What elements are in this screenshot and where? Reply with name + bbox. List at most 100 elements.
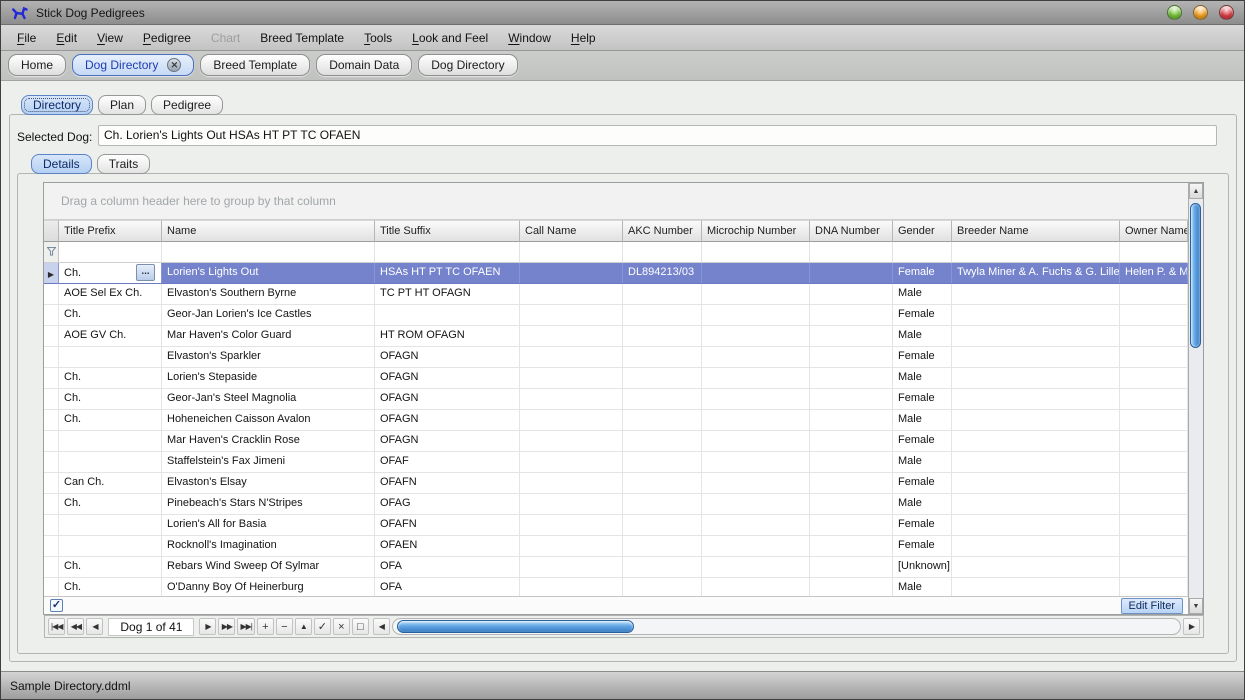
cell-owner-name[interactable] (1120, 578, 1188, 596)
cell-microchip-number[interactable] (702, 557, 810, 578)
cell-dna-number[interactable] (810, 578, 893, 596)
cell-owner-name[interactable] (1120, 473, 1188, 494)
cell-title-prefix[interactable]: Can Ch. (59, 473, 162, 494)
cell-call-name[interactable] (520, 410, 623, 431)
cell-akc-number[interactable] (623, 305, 702, 326)
menu-look-and-feel[interactable]: Look and Feel (402, 28, 498, 48)
menu-view[interactable]: View (87, 28, 133, 48)
table-row[interactable]: Elvaston's SparklerOFAGNFemale (44, 347, 1188, 368)
filter-cell-dna-number[interactable] (810, 242, 893, 263)
nav-append-icon[interactable]: + (257, 618, 274, 635)
menu-help[interactable]: Help (561, 28, 606, 48)
cell-microchip-number[interactable] (702, 536, 810, 557)
cell-title-suffix[interactable]: HSAs HT PT TC OFAEN (375, 263, 520, 284)
cell-akc-number[interactable] (623, 557, 702, 578)
cell-akc-number[interactable] (623, 368, 702, 389)
cell-title-suffix[interactable]: TC PT HT OFAGN (375, 284, 520, 305)
nav-last-icon[interactable]: ▶▶| (237, 618, 254, 635)
cell-breeder-name[interactable]: Twyla Miner & A. Fuchs & G. Lilley (952, 263, 1120, 284)
cell-title-prefix[interactable]: Ch. (59, 578, 162, 596)
filter-cell-gender[interactable] (893, 242, 952, 263)
menu-file[interactable]: File (7, 28, 46, 48)
column-header-gender[interactable]: Gender (893, 220, 952, 242)
menu-pedigree[interactable]: Pedigree (133, 28, 201, 48)
cell-title-suffix[interactable]: OFA (375, 557, 520, 578)
filter-cell-title-suffix[interactable] (375, 242, 520, 263)
column-header-dna-number[interactable]: DNA Number (810, 220, 893, 242)
tab-dog-directory[interactable]: Dog Directory (418, 54, 517, 76)
cell-title-prefix[interactable] (59, 536, 162, 557)
filter-cell-owner-name[interactable] (1120, 242, 1188, 263)
filter-cell-microchip-number[interactable] (702, 242, 810, 263)
cell-call-name[interactable] (520, 515, 623, 536)
window-maximize-button[interactable] (1193, 5, 1208, 20)
cell-call-name[interactable] (520, 347, 623, 368)
cell-title-suffix[interactable]: OFAFN (375, 515, 520, 536)
cell-owner-name[interactable] (1120, 452, 1188, 473)
cell-call-name[interactable] (520, 431, 623, 452)
cell-dna-number[interactable] (810, 347, 893, 368)
cell-dna-number[interactable] (810, 410, 893, 431)
column-header-breeder-name[interactable]: Breeder Name (952, 220, 1120, 242)
nav-delete-icon[interactable]: − (276, 618, 293, 635)
cell-gender[interactable]: Female (893, 389, 952, 410)
cell-breeder-name[interactable] (952, 515, 1120, 536)
table-row[interactable]: Lorien's All for BasiaOFAFNFemale (44, 515, 1188, 536)
cell-owner-name[interactable] (1120, 347, 1188, 368)
cell-breeder-name[interactable] (952, 494, 1120, 515)
cell-name[interactable]: Rocknoll's Imagination (162, 536, 375, 557)
table-row[interactable]: Ch.Rebars Wind Sweep Of SylmarOFA[Unknow… (44, 557, 1188, 578)
cell-title-prefix[interactable] (59, 347, 162, 368)
cell-microchip-number[interactable] (702, 263, 810, 284)
scroll-right-icon[interactable]: ▶ (1183, 618, 1200, 635)
cell-akc-number[interactable] (623, 410, 702, 431)
cell-gender[interactable]: Female (893, 263, 952, 284)
cell-name[interactable]: Pinebeach's Stars N'Stripes (162, 494, 375, 515)
cell-owner-name[interactable] (1120, 305, 1188, 326)
selected-dog-field[interactable]: Ch. Lorien's Lights Out HSAs HT PT TC OF… (98, 125, 1217, 146)
cell-akc-number[interactable] (623, 578, 702, 596)
cell-akc-number[interactable] (623, 347, 702, 368)
cell-microchip-number[interactable] (702, 515, 810, 536)
cell-owner-name[interactable] (1120, 557, 1188, 578)
cell-gender[interactable]: Male (893, 326, 952, 347)
cell-call-name[interactable] (520, 494, 623, 515)
cell-akc-number[interactable] (623, 284, 702, 305)
cell-call-name[interactable] (520, 578, 623, 596)
tab-pedigree[interactable]: Pedigree (151, 95, 223, 115)
cell-owner-name[interactable] (1120, 410, 1188, 431)
edit-filter-button[interactable]: Edit Filter (1121, 598, 1183, 614)
column-header-title-prefix[interactable]: Title Prefix (59, 220, 162, 242)
column-header-akc-number[interactable]: AKC Number (623, 220, 702, 242)
cell-owner-name[interactable] (1120, 326, 1188, 347)
cell-title-suffix[interactable]: OFAGN (375, 368, 520, 389)
cell-microchip-number[interactable] (702, 431, 810, 452)
cell-gender[interactable]: Female (893, 347, 952, 368)
cell-title-suffix[interactable]: OFAGN (375, 347, 520, 368)
cell-call-name[interactable] (520, 263, 623, 284)
nav-edit-icon[interactable]: ▲ (295, 618, 312, 635)
cell-breeder-name[interactable] (952, 578, 1120, 596)
cell-breeder-name[interactable] (952, 473, 1120, 494)
cell-gender[interactable]: Female (893, 515, 952, 536)
cell-gender[interactable]: Female (893, 536, 952, 557)
cell-akc-number[interactable] (623, 494, 702, 515)
window-close-button[interactable] (1219, 5, 1234, 20)
horizontal-scroll-track[interactable] (392, 618, 1181, 635)
cell-microchip-number[interactable] (702, 578, 810, 596)
scroll-down-icon[interactable]: ▼ (1189, 598, 1203, 614)
cell-owner-name[interactable]: Helen P. & Mi (1120, 263, 1188, 284)
cell-gender[interactable]: Male (893, 452, 952, 473)
table-row[interactable]: Staffelstein's Fax JimeniOFAFMale (44, 452, 1188, 473)
table-row[interactable]: Ch.Geor-Jan Lorien's Ice CastlesFemale (44, 305, 1188, 326)
cell-akc-number[interactable] (623, 389, 702, 410)
table-row[interactable]: AOE Sel Ex Ch.Elvaston's Southern ByrneT… (44, 284, 1188, 305)
tab-details[interactable]: Details (31, 154, 92, 174)
cell-name[interactable]: Staffelstein's Fax Jimeni (162, 452, 375, 473)
cell-akc-number[interactable] (623, 431, 702, 452)
tab-dog-directory[interactable]: Dog Directory✕ (72, 54, 194, 76)
cell-dna-number[interactable] (810, 368, 893, 389)
cell-owner-name[interactable] (1120, 284, 1188, 305)
table-row[interactable]: Ch.O'Danny Boy Of HeinerburgOFAMale (44, 578, 1188, 596)
table-row[interactable]: AOE GV Ch.Mar Haven's Color GuardHT ROM … (44, 326, 1188, 347)
